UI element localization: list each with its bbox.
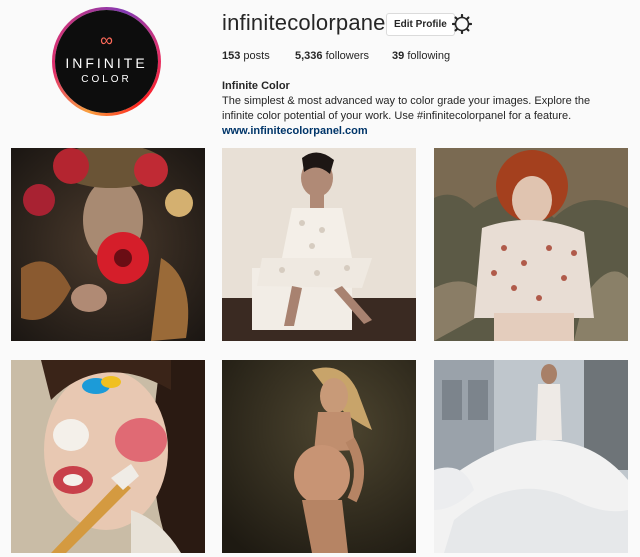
post-tile-2[interactable] [222,148,416,341]
posts-count: 153 [222,50,241,62]
posts-label: posts [243,50,270,62]
post-tile-4[interactable] [11,360,205,553]
white-lace-dress-photo [222,148,416,341]
post-tile-6[interactable] [434,360,628,553]
profile-bio-text: The simplest & most advanced way to colo… [222,95,591,122]
paint-face-portrait-photo [11,360,205,553]
settings-gear-icon[interactable] [452,14,472,34]
followers-count: 5,336 [295,50,323,62]
red-hair-floral-blouse-photo [434,148,628,341]
stat-following[interactable]: 39 following [392,50,450,62]
post-tile-1[interactable] [11,148,205,341]
logo-text-infinite: INFINITE [65,54,148,71]
profile-bio: Infinite Color The simplest & most advan… [222,79,622,139]
posts-grid [11,148,628,557]
following-label: following [407,50,451,62]
avatar-logo: ∞ INFINITE COLOR [55,10,158,113]
profile-avatar[interactable]: ∞ INFINITE COLOR [52,7,161,116]
bridal-tulle-gown-photo [434,360,628,553]
post-tile-5[interactable] [222,360,416,553]
following-count: 39 [392,50,405,62]
edit-profile-button[interactable]: Edit Profile [386,13,455,36]
logo-text-color: COLOR [81,73,132,85]
followers-label: followers [325,50,369,62]
maternity-portrait-photo [222,360,416,553]
stat-followers[interactable]: 5,336 followers [295,50,369,62]
post-tile-3[interactable] [434,148,628,341]
infinity-icon: ∞ [100,29,113,50]
profile-website-link[interactable]: www.infinitecolorpanel.com [222,124,622,139]
profile-display-name: Infinite Color [222,80,290,92]
floral-crown-portrait-photo [11,148,205,341]
profile-username: infinitecolorpanel [222,10,391,35]
stat-posts: 153 posts [222,50,270,62]
